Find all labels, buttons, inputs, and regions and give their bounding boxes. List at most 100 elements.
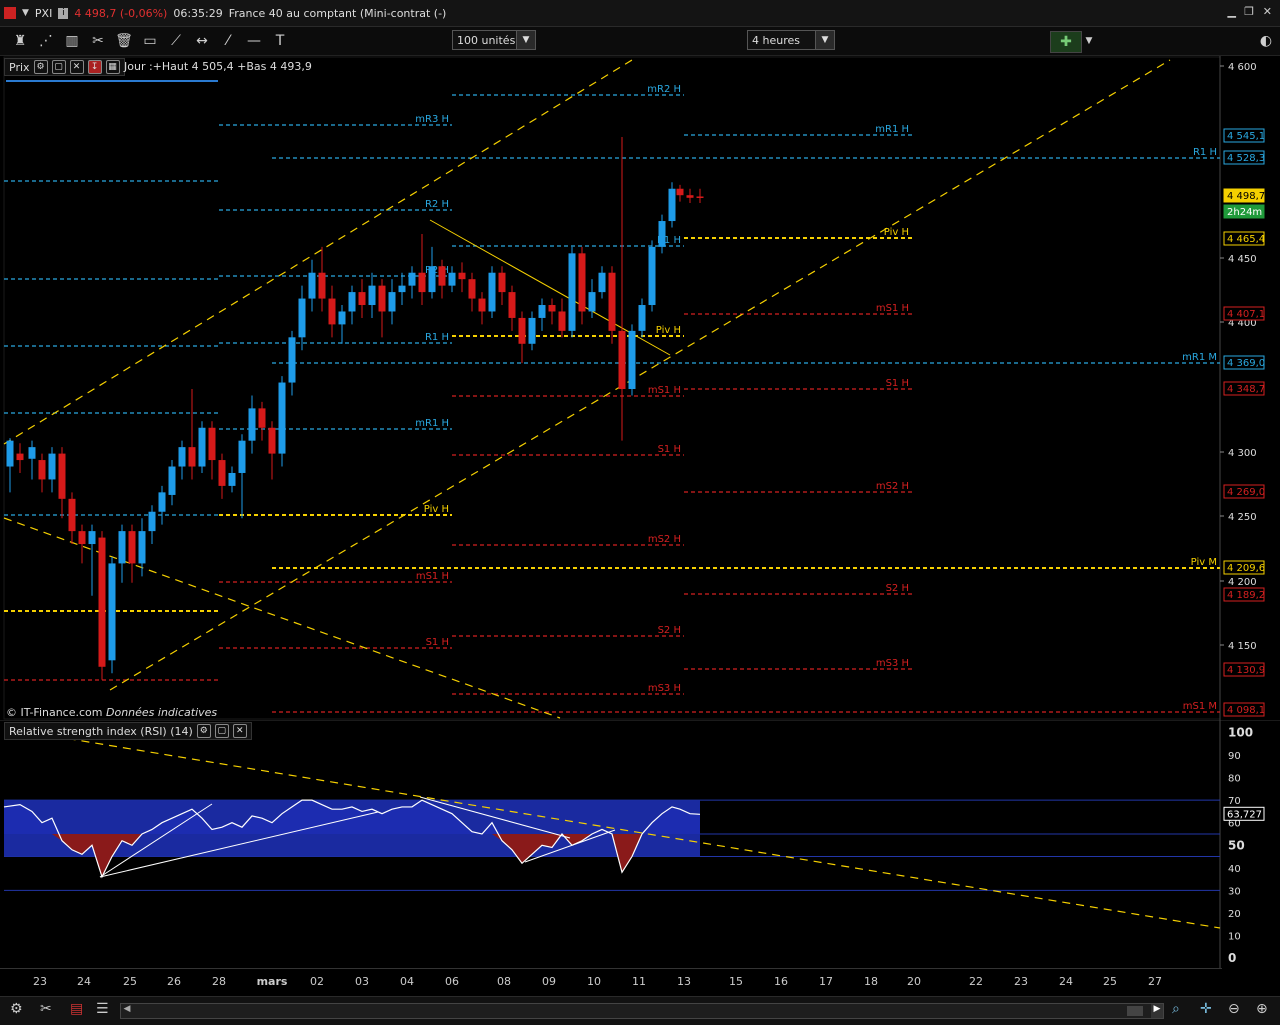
chevron-down-icon[interactable]: ▼ (1083, 31, 1095, 51)
level-label: S2 H (658, 625, 681, 636)
candle-body (518, 317, 526, 344)
rsi-y-tick: 30 (1228, 886, 1241, 897)
candle-body (38, 460, 46, 480)
candle-body (448, 272, 456, 286)
zoom-out-icon[interactable]: ⊖ (1228, 1001, 1240, 1017)
candle-body (6, 440, 14, 467)
candle-body (696, 196, 704, 198)
candle-body (578, 253, 586, 312)
scroll-left-icon[interactable]: ◀ (121, 1004, 133, 1018)
candle-body (428, 266, 436, 293)
scroll-right-icon[interactable]: ▶ (1151, 1004, 1163, 1018)
expand-icon[interactable]: ◐ (1256, 31, 1276, 51)
candle-body (278, 382, 286, 454)
level-label: S1 H (886, 378, 909, 389)
gear-icon[interactable]: ⚙ (10, 1001, 28, 1019)
candle-body (338, 311, 346, 325)
scroll-track[interactable]: ◀ ▶ (120, 1003, 1164, 1019)
level-label: mS1 H (876, 303, 909, 314)
text-tool-icon[interactable]: T (270, 31, 290, 51)
candle-body (676, 188, 684, 196)
rectangle-icon[interactable]: ▭ (140, 31, 160, 51)
zoom-in-icon[interactable]: ⊕ (1256, 1001, 1268, 1017)
candle-body (488, 272, 496, 312)
candle-body (58, 453, 66, 499)
x-tick-label: 17 (819, 975, 833, 988)
y-tick-label: 4 250 (1228, 512, 1257, 523)
trash-icon[interactable]: ▤ (70, 1001, 88, 1019)
tools-icon[interactable]: ✂ (40, 1001, 58, 1019)
rsi-y-tick: 100 (1228, 726, 1253, 740)
trend-line (3, 59, 633, 445)
arrows-icon[interactable]: ↔ (192, 31, 212, 51)
level-label: R1 H (425, 332, 449, 343)
candle-body (78, 531, 86, 545)
app-icon (4, 7, 16, 19)
x-tick-label: 06 (445, 975, 459, 988)
close-icon[interactable]: ✕ (69, 60, 84, 74)
x-tick-label: 11 (632, 975, 646, 988)
candle-body (668, 188, 676, 222)
rsi-y-tick: 90 (1228, 751, 1241, 762)
price-tag-text: 4 348,7 (1227, 384, 1265, 395)
settings-icon[interactable]: ⚙ (33, 60, 48, 74)
trendline-fit-icon[interactable]: ⋰ (36, 31, 56, 51)
zoom-tools-icon[interactable]: ⌕ (1172, 1001, 1180, 1017)
close-window-button[interactable]: ✕ (1263, 5, 1272, 18)
y-tick-label: 4 300 (1228, 448, 1257, 459)
x-tick-label: 27 (1148, 975, 1162, 988)
x-tick-label: 13 (677, 975, 691, 988)
trash-icon[interactable]: 🗑 (114, 31, 134, 51)
x-tick-label: mars (256, 975, 288, 988)
candle-body (658, 221, 666, 247)
horizontal-line-icon[interactable]: — (244, 31, 264, 51)
tools-icon[interactable]: ✂ (88, 31, 108, 51)
indicators-icon[interactable]: ✚ (1050, 31, 1082, 53)
x-tick-label: 04 (400, 975, 414, 988)
window-icon[interactable]: ▢ (51, 60, 66, 74)
level-label: mR1 H (875, 124, 909, 135)
candle-body (208, 427, 216, 461)
close-icon[interactable]: ✕ (232, 724, 247, 738)
x-tick-label: 18 (864, 975, 878, 988)
rsi-chart[interactable]: 100908070605040302010063,727 (0, 720, 1280, 968)
trend-line (3, 517, 561, 719)
grid-icon[interactable]: ▦ (105, 60, 120, 74)
info-icon[interactable]: i (58, 7, 69, 19)
chevron-down-icon[interactable]: ▼ (815, 31, 834, 49)
candle-body (538, 305, 546, 318)
line-icon[interactable]: ⟋ (166, 31, 186, 51)
menu-chevron-icon[interactable]: ▼ (22, 8, 29, 18)
crosshair-icon[interactable]: ✛ (1200, 1001, 1212, 1017)
window-icon[interactable]: ▢ (214, 724, 229, 738)
candle-body (178, 447, 186, 467)
ray-icon[interactable]: ⁄ (218, 31, 238, 51)
settings-icon[interactable]: ⚙ (196, 724, 211, 738)
x-tick-label: 20 (907, 975, 921, 988)
export-icon[interactable]: ↧ (87, 60, 102, 74)
chevron-down-icon[interactable]: ▼ (516, 31, 535, 49)
price-chart[interactable]: mR2 HmR3 HmR1 HR1 HR2 HPiv HR1 HR2 HmS1 … (0, 56, 1280, 720)
restore-button[interactable]: ❐ (1244, 5, 1254, 18)
quantity-select[interactable]: 100 unités ▼ (452, 30, 536, 50)
x-tick-label: 22 (969, 975, 983, 988)
candle-body (228, 472, 236, 486)
timeframe-select[interactable]: 4 heures ▼ (747, 30, 835, 50)
level-label: mR3 H (415, 114, 449, 125)
app-name: PXI (34, 6, 53, 20)
bottom-bar: ⚙ ✂ ▤ ☰ ◀ ▶ ⌕ ✛ ⊖ ⊕ (0, 996, 1280, 1025)
rsi-y-tick: 40 (1228, 864, 1241, 875)
minimize-button[interactable]: ▁ (1228, 5, 1236, 18)
candle-body (648, 246, 656, 306)
alert-icon[interactable]: ♜ (10, 31, 30, 51)
candle-body (118, 531, 126, 564)
rsi-panel-label: Relative strength index (RSI) (14) (9, 724, 193, 738)
candle-body (418, 272, 426, 293)
candle-body (88, 531, 96, 545)
list-icon[interactable]: ☰ (96, 1001, 114, 1019)
bars-icon[interactable]: ▥ (62, 31, 82, 51)
price-tag-text: 4 407,1 (1227, 309, 1265, 320)
price-tag-text: 4 465,4 (1227, 234, 1265, 245)
time-axis[interactable]: 23 24 25 26 28 mars 02 03 04 06 08 09 10 11 13 15 16 17 18… (0, 968, 1222, 995)
scroll-thumb[interactable] (1127, 1006, 1143, 1016)
